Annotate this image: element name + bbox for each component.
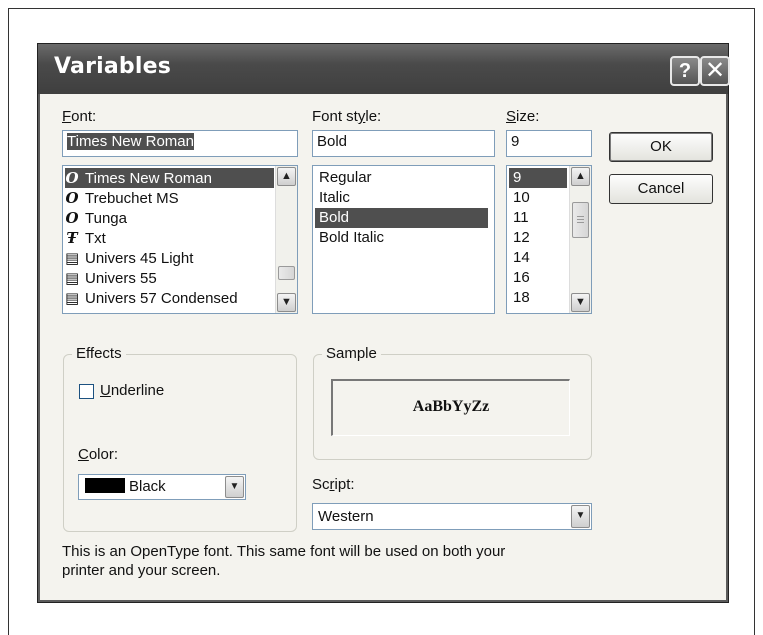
underline-label[interactable]: Underline [100,382,164,399]
font-list-item[interactable]: ▤ Univers 55 [65,268,274,288]
sample-legend: Sample [322,345,381,362]
color-select[interactable]: Black ▼ [78,474,246,500]
size-item[interactable]: 9 [509,168,567,188]
dialog-title: Variables [54,54,172,79]
size-item[interactable]: 14 [509,248,567,268]
font-list-item[interactable]: Ŧ Txt [65,228,274,248]
font-list-item-label: Times New Roman [85,170,212,187]
color-value: Black [129,478,166,495]
font-description: This is an OpenType font. This same font… [62,542,682,580]
size-item[interactable]: 18 [509,288,567,308]
printer-font-icon: ▤ [65,269,80,287]
size-label: Size: [506,108,540,125]
size-item[interactable]: 12 [509,228,567,248]
font-dialog: Variables ? ✕ Font: Times New Roman ▤ Uni… [37,43,730,603]
font-list-item[interactable]: O Trebuchet MS [65,188,274,208]
cancel-button[interactable]: Cancel [609,174,713,204]
script-select[interactable]: Western ▼ [312,503,592,530]
opentype-font-icon: O [65,169,79,187]
description-line-2: printer and your screen. [62,562,221,579]
scroll-down-icon[interactable]: ▼ [571,293,590,312]
size-list-scrollbar[interactable]: ▲ ▼ [569,166,591,313]
font-style-input[interactable]: Bold [312,130,495,157]
font-list-item[interactable]: O Tunga [65,208,274,228]
font-list-item-label: Tunga [85,210,127,227]
underline-checkbox[interactable] [79,384,94,399]
scroll-up-icon[interactable]: ▲ [571,167,590,186]
font-style-item[interactable]: Bold [315,208,488,228]
size-list[interactable]: 18 16 14 12 11 10 9 ▲ ▼ [506,165,592,314]
font-list-item[interactable]: O Times New Roman [65,168,274,188]
font-list-item-label: Univers 45 Light [85,250,194,267]
scroll-up-icon[interactable]: ▲ [277,167,296,186]
font-style-item[interactable]: Bold Italic [315,228,488,248]
font-style-label: Font style: [312,108,382,125]
font-list-item-label: Txt [85,230,106,247]
sample-preview: AaBbYyZz [331,379,570,436]
script-value: Western [318,508,374,525]
font-list-item[interactable]: ▤ Univers 45 Light [65,248,274,268]
size-item[interactable]: 11 [509,208,567,228]
close-icon: ✕ [704,57,726,84]
font-list-item-label: Univers 55 [85,270,157,287]
effects-legend: Effects [72,345,126,362]
close-button[interactable]: ✕ [700,56,730,86]
size-input[interactable]: 9 [506,130,592,157]
printer-font-icon: ▤ [65,289,80,307]
title-bar[interactable]: Variables ? ✕ [38,44,730,94]
chevron-down-icon[interactable]: ▼ [225,476,244,498]
font-list-item[interactable]: ▤ Univers 57 Condensed [65,288,274,308]
font-list-item-label: Univers 57 Condensed [85,290,238,307]
opentype-font-icon: O [65,189,79,207]
opentype-font-icon: O [65,209,79,227]
scroll-thumb[interactable] [278,266,295,280]
effects-group: Effects [63,345,297,532]
font-list[interactable]: ▤ Univers 57 Condensed ▤ Univers 55 ▤ Univers… [62,165,298,314]
font-list-item-label: Trebuchet MS [85,190,179,207]
font-input-value: Times New Roman [67,133,194,150]
color-swatch [85,478,125,493]
scroll-down-icon[interactable]: ▼ [277,293,296,312]
printer-font-icon: ▤ [65,249,80,267]
chevron-down-icon[interactable]: ▼ [571,505,590,528]
font-label: Font: [62,108,97,125]
color-label: Color: [78,446,119,463]
help-button[interactable]: ? [670,56,700,86]
ok-button[interactable]: OK [609,132,713,162]
truetype-font-icon: Ŧ [66,229,78,247]
font-input[interactable]: Times New Roman [62,130,298,157]
size-item[interactable]: 10 [509,188,567,208]
font-style-list[interactable]: Regular Italic Bold Bold Italic [312,165,495,314]
size-item[interactable]: 16 [509,268,567,288]
scroll-thumb[interactable] [572,202,589,238]
script-label: Script: [312,476,355,493]
font-style-item[interactable]: Italic [315,188,488,208]
description-line-1: This is an OpenType font. This same font… [62,543,506,560]
font-list-scrollbar[interactable]: ▲ ▼ [275,166,297,313]
font-style-item[interactable]: Regular [315,168,488,188]
